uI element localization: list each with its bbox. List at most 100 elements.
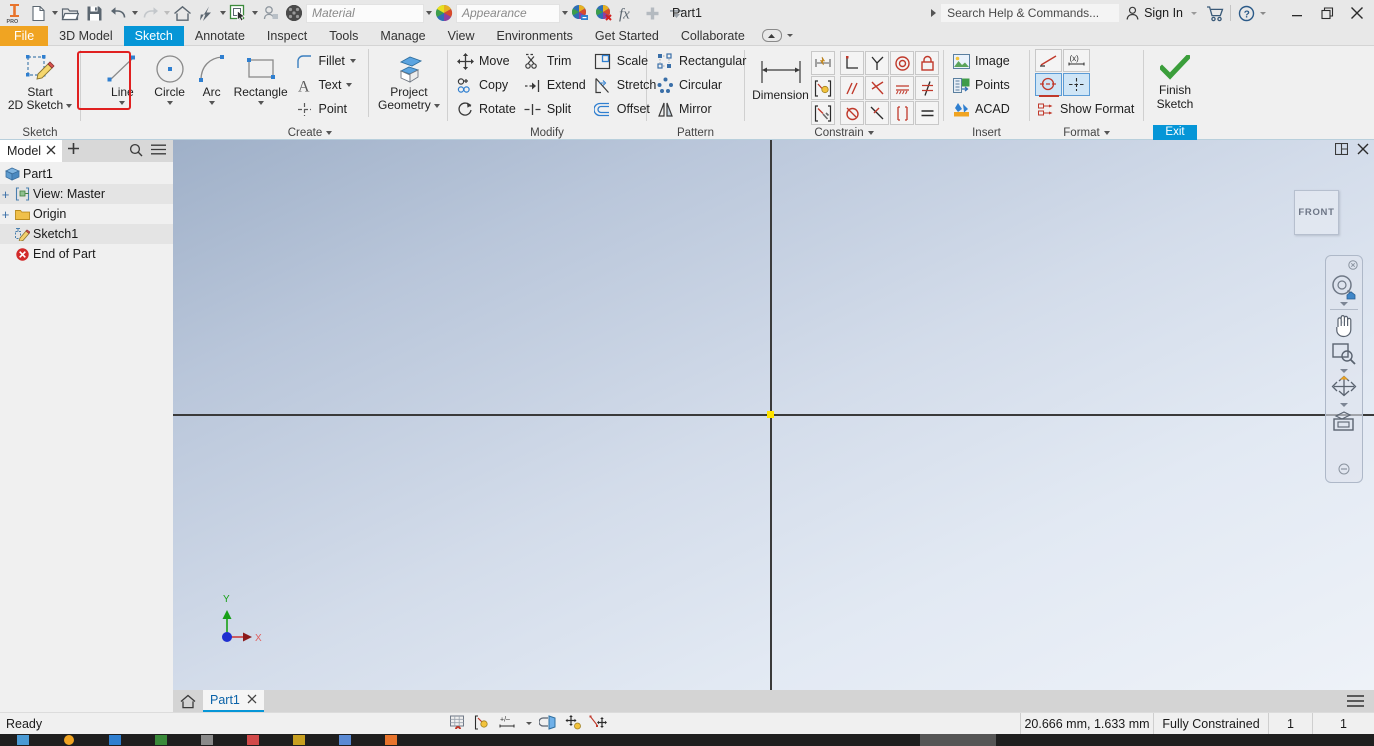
sign-in-button[interactable]: Sign In <box>1119 1 1189 25</box>
line-button[interactable]: Line <box>97 49 148 105</box>
sketch-origin-point[interactable] <box>767 411 774 418</box>
tab-3d-model[interactable]: 3D Model <box>48 26 124 46</box>
tree-node-end-of-part[interactable]: End of Part <box>0 244 173 264</box>
close-icon[interactable] <box>247 693 257 707</box>
help-dropdown-caret[interactable] <box>1260 11 1266 15</box>
extend-button[interactable]: Extend <box>522 73 592 97</box>
new-file-button[interactable] <box>26 1 50 25</box>
image-button[interactable]: Image <box>950 49 1016 73</box>
collinear-constraint-icon[interactable] <box>890 76 914 100</box>
exit-label[interactable]: Exit <box>1153 125 1197 140</box>
appearance-field[interactable]: Appearance <box>456 3 560 23</box>
horizontal-constraint-icon[interactable] <box>890 101 914 125</box>
line-dropdown-caret[interactable] <box>119 101 126 105</box>
dimension-button[interactable]: Dimension <box>750 49 811 102</box>
construction-line-icon[interactable] <box>1035 49 1062 72</box>
tab-manage[interactable]: Manage <box>369 26 436 46</box>
dimension-display-icon[interactable]: +/– <box>498 715 517 733</box>
circle-dropdown-caret[interactable] <box>166 101 173 105</box>
navbar-more-icon[interactable] <box>1338 463 1350 478</box>
driven-dimension-icon[interactable]: (x) <box>1063 49 1090 72</box>
arc-button[interactable]: Arc <box>192 49 232 105</box>
navbar-caret-1[interactable] <box>1340 302 1348 306</box>
taskbar-icon[interactable] <box>92 734 138 746</box>
home-tab[interactable] <box>173 690 203 712</box>
fillet-button[interactable]: Fillet <box>294 49 362 73</box>
tab-file[interactable]: File <box>0 26 49 46</box>
sign-in-dropdown-caret[interactable] <box>1191 11 1197 15</box>
view-cube[interactable]: FRONT <box>1294 190 1339 235</box>
auto-dimension-icon[interactable] <box>811 51 835 75</box>
split-button[interactable]: Split <box>522 97 592 121</box>
tree-node-part1[interactable]: Part1 <box>0 164 173 184</box>
points-button[interactable]: Points <box>950 73 1016 97</box>
constraint-display-icon[interactable] <box>474 714 491 733</box>
slice-graphics-icon[interactable] <box>538 714 558 733</box>
tab-get-started[interactable]: Get Started <box>584 26 670 46</box>
rectangular-pattern-button[interactable]: Rectangular <box>654 49 752 73</box>
tangent-constraint-icon[interactable] <box>865 76 889 100</box>
search-input[interactable] <box>941 4 1120 22</box>
taskbar-icon[interactable] <box>322 734 368 746</box>
shopping-cart-icon[interactable] <box>1203 1 1227 25</box>
search-expand-caret[interactable] <box>931 9 937 17</box>
symmetric-constraint-icon[interactable] <box>865 101 889 125</box>
taskbar-icon[interactable] <box>0 734 46 746</box>
tab-environments[interactable]: Environments <box>485 26 583 46</box>
text-button[interactable]: A Text <box>294 73 362 97</box>
home-icon[interactable] <box>170 1 194 25</box>
fix-constraint-icon[interactable] <box>915 51 939 75</box>
circle-button[interactable]: Circle <box>148 49 192 105</box>
taskbar-active-window[interactable] <box>920 734 996 746</box>
rotate-button[interactable]: Rotate <box>454 97 522 121</box>
taskbar-icon[interactable] <box>230 734 276 746</box>
finish-sketch-button[interactable]: Finish Sketch <box>1148 49 1202 111</box>
undo-button[interactable] <box>106 1 130 25</box>
collapse-ribbon-button[interactable] <box>761 29 782 42</box>
move-button[interactable]: Move <box>454 49 522 73</box>
navbar-caret-2[interactable] <box>1340 369 1348 373</box>
navbar-caret-3[interactable] <box>1340 403 1348 407</box>
navbar-close-icon[interactable] <box>1348 259 1358 273</box>
tab-collaborate[interactable]: Collaborate <box>670 26 756 46</box>
open-file-button[interactable] <box>58 1 82 25</box>
start-2d-sketch-button[interactable]: Start 2D Sketch <box>4 49 76 112</box>
tab-view[interactable]: View <box>437 26 486 46</box>
hamburger-menu-icon[interactable] <box>1347 695 1364 707</box>
arc-dropdown-caret[interactable] <box>208 101 215 105</box>
material-sphere-icon[interactable] <box>282 1 306 25</box>
circular-pattern-button[interactable]: Circular <box>654 73 752 97</box>
clear-appearance-icon[interactable] <box>592 1 616 25</box>
show-format-button[interactable]: Show Format <box>1035 97 1140 121</box>
pan-hand-icon[interactable] <box>1328 312 1360 340</box>
browser-tab-model[interactable]: Model <box>0 140 63 162</box>
tab-tools[interactable]: Tools <box>318 26 369 46</box>
acad-button[interactable]: ACAD <box>950 97 1016 121</box>
collapse-ribbon-caret[interactable] <box>786 34 793 37</box>
search-icon[interactable] <box>129 143 143 160</box>
split-view-icon[interactable] <box>1334 142 1349 158</box>
taskbar-icon[interactable] <box>368 734 414 746</box>
document-tab-part1[interactable]: Part1 <box>203 690 264 712</box>
project-geometry-dropdown-caret[interactable] <box>433 103 440 108</box>
dimension-display-caret[interactable] <box>526 722 532 725</box>
restore-button[interactable] <box>1312 0 1342 26</box>
more-dropdown-icon[interactable] <box>664 1 688 25</box>
tree-node-origin[interactable]: + Origin <box>0 204 173 224</box>
panel-constrain-expand-caret[interactable] <box>867 130 874 135</box>
material-field[interactable]: Material <box>306 3 424 23</box>
plus-icon[interactable] <box>640 1 664 25</box>
tree-node-view-master[interactable]: + View: Master <box>0 184 173 204</box>
tab-inspect[interactable]: Inspect <box>256 26 318 46</box>
smooth-constraint-icon[interactable] <box>840 101 864 125</box>
tree-node-sketch1[interactable]: Sketch1 <box>0 224 173 244</box>
tab-sketch[interactable]: Sketch <box>123 26 184 46</box>
show-constraints-icon[interactable] <box>811 76 835 100</box>
graphics-window[interactable]: FRONT Y X <box>173 140 1374 690</box>
ribbon-collapse-control[interactable] <box>761 26 793 45</box>
close-icon[interactable] <box>46 144 56 158</box>
show-all-constraints-icon[interactable] <box>565 714 582 733</box>
text-dropdown-caret[interactable] <box>346 83 353 87</box>
taskbar-icon[interactable] <box>184 734 230 746</box>
adjust-appearance-icon[interactable] <box>568 1 592 25</box>
